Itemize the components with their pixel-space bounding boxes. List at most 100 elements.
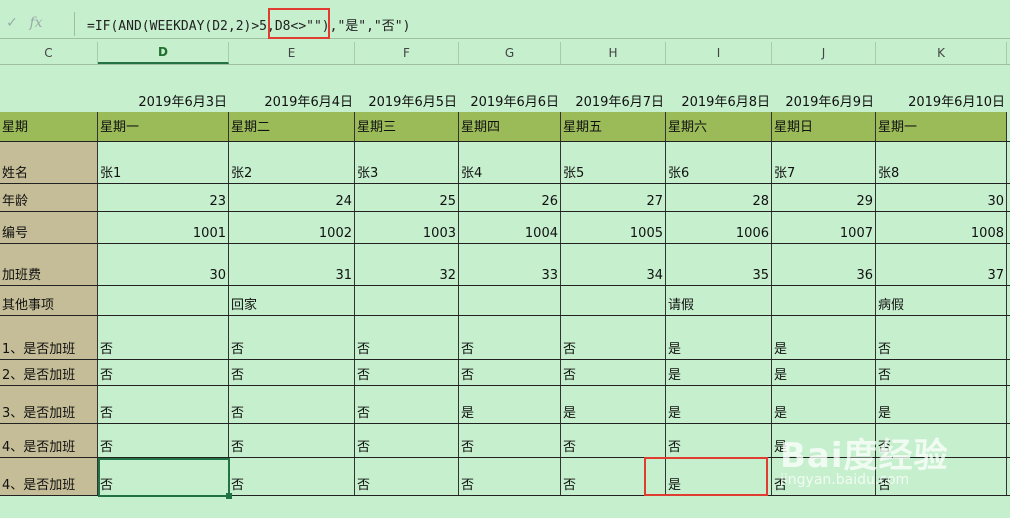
table-cell[interactable]	[772, 286, 876, 315]
table-cell[interactable]: 张4	[459, 142, 561, 183]
table-cell[interactable]: 张3	[355, 142, 459, 183]
table-cell[interactable]: 1005	[561, 212, 666, 243]
table-cell[interactable]: 1007	[772, 212, 876, 243]
table-cell[interactable]: 否	[229, 424, 355, 457]
table-cell[interactable]: 30	[876, 184, 1007, 211]
table-cell[interactable]: 否	[876, 360, 1007, 385]
table-cell[interactable]: 星期五	[561, 112, 666, 141]
table-cell[interactable]: 星期二	[229, 112, 355, 141]
date-cell[interactable]: 2019年6月9日	[772, 70, 876, 112]
table-cell[interactable]: 是	[666, 386, 772, 423]
table-cell[interactable]: 张8	[876, 142, 1007, 183]
table-cell[interactable]: 1001	[98, 212, 229, 243]
table-cell[interactable]: 23	[98, 184, 229, 211]
row-label[interactable]: 4、是否加班	[0, 458, 98, 495]
table-cell[interactable]: 32	[355, 244, 459, 285]
table-cell[interactable]: 33	[459, 244, 561, 285]
table-cell[interactable]: 否	[229, 360, 355, 385]
table-cell[interactable]: 是	[666, 360, 772, 385]
row-label[interactable]: 星期	[0, 112, 98, 141]
table-cell[interactable]: 否	[561, 360, 666, 385]
function-icon[interactable]: fx	[24, 15, 48, 31]
table-cell[interactable]: 31	[229, 244, 355, 285]
column-header-j[interactable]: J	[772, 42, 876, 64]
table-cell[interactable]: 28	[666, 184, 772, 211]
table-cell[interactable]: 否	[459, 458, 561, 495]
table-cell[interactable]: 否	[355, 360, 459, 385]
table-cell[interactable]: 星期四	[459, 112, 561, 141]
table-cell[interactable]: 1008	[876, 212, 1007, 243]
table-cell[interactable]: 36	[772, 244, 876, 285]
table-cell[interactable]: 否	[459, 316, 561, 359]
table-cell[interactable]: 星期六	[666, 112, 772, 141]
table-cell[interactable]: 是	[666, 316, 772, 359]
date-cell[interactable]: 2019年6月8日	[666, 70, 772, 112]
table-cell[interactable]: 张5	[561, 142, 666, 183]
table-cell[interactable]: 张2	[229, 142, 355, 183]
table-cell[interactable]: 否	[876, 316, 1007, 359]
column-header-e[interactable]: E	[229, 42, 355, 64]
table-cell[interactable]: 25	[355, 184, 459, 211]
table-cell[interactable]: 是	[459, 386, 561, 423]
table-cell[interactable]: 张7	[772, 142, 876, 183]
table-cell[interactable]: 回家	[229, 286, 355, 315]
table-cell[interactable]: 张1	[98, 142, 229, 183]
selected-cell-outline[interactable]	[98, 458, 232, 499]
row-label[interactable]: 其他事项	[0, 286, 98, 315]
table-cell[interactable]: 否	[355, 424, 459, 457]
date-cell[interactable]: 2019年6月10日	[876, 70, 1007, 112]
table-cell[interactable]: 1006	[666, 212, 772, 243]
table-cell[interactable]: 24	[229, 184, 355, 211]
column-header-f[interactable]: F	[355, 42, 459, 64]
table-cell[interactable]: 星期一	[876, 112, 1007, 141]
date-cell[interactable]: 2019年6月7日	[561, 70, 666, 112]
table-cell[interactable]: 星期一	[98, 112, 229, 141]
table-cell[interactable]: 是	[772, 316, 876, 359]
column-header-i[interactable]: I	[666, 42, 772, 64]
table-cell[interactable]: 否	[98, 316, 229, 359]
table-cell[interactable]: 张6	[666, 142, 772, 183]
check-icon[interactable]: ✓	[0, 15, 24, 31]
table-cell[interactable]: 否	[459, 424, 561, 457]
table-cell[interactable]: 29	[772, 184, 876, 211]
table-cell[interactable]	[459, 286, 561, 315]
row-label[interactable]: 3、是否加班	[0, 386, 98, 423]
column-header-c[interactable]: C	[0, 42, 98, 64]
row-label[interactable]: 1、是否加班	[0, 316, 98, 359]
column-header-k[interactable]: K	[876, 42, 1007, 64]
table-cell[interactable]: 是	[772, 360, 876, 385]
table-cell[interactable]: 是	[561, 386, 666, 423]
table-cell[interactable]: 34	[561, 244, 666, 285]
table-cell[interactable]: 35	[666, 244, 772, 285]
date-cell[interactable]: 2019年6月5日	[355, 70, 459, 112]
column-header-g[interactable]: G	[459, 42, 561, 64]
date-cell[interactable]: 2019年6月6日	[459, 70, 561, 112]
table-cell[interactable]: 30	[98, 244, 229, 285]
table-cell[interactable]: 否	[229, 386, 355, 423]
table-cell[interactable]: 星期三	[355, 112, 459, 141]
row-label[interactable]: 4、是否加班	[0, 424, 98, 457]
table-cell[interactable]: 否	[561, 424, 666, 457]
table-cell[interactable]	[98, 286, 229, 315]
date-cell[interactable]: 2019年6月3日	[98, 70, 229, 112]
row-label[interactable]: 年龄	[0, 184, 98, 211]
row-label[interactable]: 2、是否加班	[0, 360, 98, 385]
table-cell[interactable]: 26	[459, 184, 561, 211]
table-cell[interactable]: 1004	[459, 212, 561, 243]
table-cell[interactable]: 否	[355, 458, 459, 495]
formula-input[interactable]: =IF(AND(WEEKDAY(D2,2)>5,D8<>""),"是","否")	[74, 12, 1004, 36]
table-cell[interactable]: 否	[229, 316, 355, 359]
table-cell[interactable]: 1003	[355, 212, 459, 243]
table-cell[interactable]: 1002	[229, 212, 355, 243]
table-cell[interactable]: 否	[98, 424, 229, 457]
table-cell[interactable]: 37	[876, 244, 1007, 285]
table-cell[interactable]: 否	[355, 386, 459, 423]
table-cell[interactable]: 星期日	[772, 112, 876, 141]
table-cell[interactable]: 否	[459, 360, 561, 385]
table-cell[interactable]: 否	[355, 316, 459, 359]
table-cell[interactable]: 是	[876, 386, 1007, 423]
table-cell[interactable]: 请假	[666, 286, 772, 315]
table-cell[interactable]	[561, 286, 666, 315]
table-cell[interactable]: 病假	[876, 286, 1007, 315]
table-cell[interactable]: 27	[561, 184, 666, 211]
